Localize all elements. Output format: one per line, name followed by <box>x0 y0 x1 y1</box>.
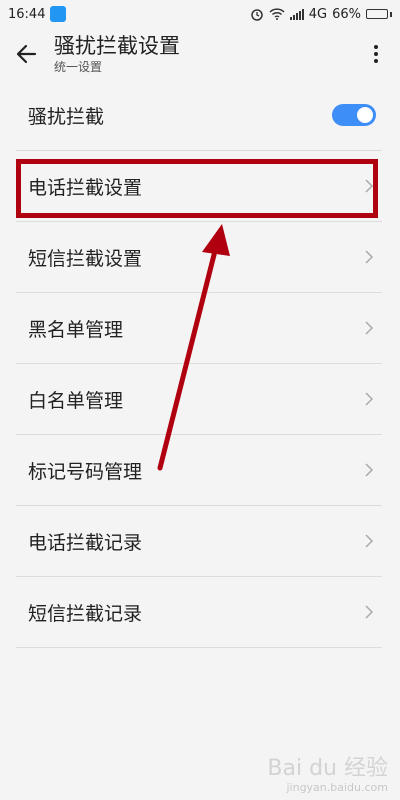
app-notification-icon <box>50 6 67 22</box>
list-item-call-block-settings[interactable]: 电话拦截设置 <box>16 151 382 222</box>
list-item-whitelist[interactable]: 白名单管理 <box>16 364 382 435</box>
page-title: 骚扰拦截设置 <box>54 34 180 58</box>
chevron-right-icon <box>365 463 374 477</box>
app-header: 骚扰拦截设置 统一设置 <box>0 28 400 80</box>
page-subtitle: 统一设置 <box>54 60 103 74</box>
list-item-marked-numbers[interactable]: 标记号码管理 <box>16 435 382 506</box>
network-type: 4G <box>308 6 328 22</box>
alarm-icon <box>250 7 264 21</box>
more-vertical-icon <box>374 45 378 63</box>
list-item-label: 短信拦截记录 <box>28 602 143 625</box>
list-item-sms-block-settings[interactable]: 短信拦截设置 <box>16 222 382 293</box>
chevron-right-icon <box>365 392 374 406</box>
watermark: Bai du 经验 jingyan.baidu.com <box>267 756 388 795</box>
chevron-right-icon <box>365 534 374 548</box>
chevron-right-icon <box>365 179 374 193</box>
list-item-harassment-block: 骚扰拦截 <box>16 80 382 151</box>
signal-icon <box>289 8 304 20</box>
list-item-call-block-log[interactable]: 电话拦截记录 <box>16 506 382 577</box>
list-item-blacklist[interactable]: 黑名单管理 <box>16 293 382 364</box>
battery-percent: 66% <box>332 6 361 22</box>
chevron-right-icon <box>365 321 374 335</box>
list-item-label: 电话拦截设置 <box>28 176 143 199</box>
chevron-right-icon <box>365 250 374 264</box>
battery-icon <box>366 9 392 19</box>
watermark-brand: Bai du 经验 <box>267 756 388 781</box>
chevron-right-icon <box>365 605 374 619</box>
list-item-label: 标记号码管理 <box>28 460 143 483</box>
watermark-url: jingyan.baidu.com <box>286 781 388 794</box>
status-bar: 16:44 4G 66% <box>0 0 400 28</box>
back-button[interactable] <box>10 38 42 70</box>
list-item-label: 黑名单管理 <box>28 318 124 341</box>
harassment-block-toggle[interactable] <box>332 104 376 126</box>
wifi-icon <box>269 8 285 20</box>
list-item-label: 骚扰拦截 <box>28 105 105 128</box>
list-item-label: 白名单管理 <box>28 389 124 412</box>
screen: 16:44 4G 66% 骚扰拦截设置 统一设置 骚扰拦截 电话拦截设置 短信拦… <box>0 0 400 800</box>
list-item-sms-block-log[interactable]: 短信拦截记录 <box>16 577 382 648</box>
status-time: 16:44 <box>8 6 46 22</box>
toggle-knob <box>357 107 373 123</box>
list-item-label: 短信拦截设置 <box>28 247 143 270</box>
back-arrow-icon <box>16 44 37 64</box>
more-menu-button[interactable] <box>364 38 388 70</box>
list-item-label: 电话拦截记录 <box>28 531 143 554</box>
settings-list: 骚扰拦截 电话拦截设置 短信拦截设置 黑名单管理 白名单管理 标记号码管理 电话… <box>16 80 382 648</box>
